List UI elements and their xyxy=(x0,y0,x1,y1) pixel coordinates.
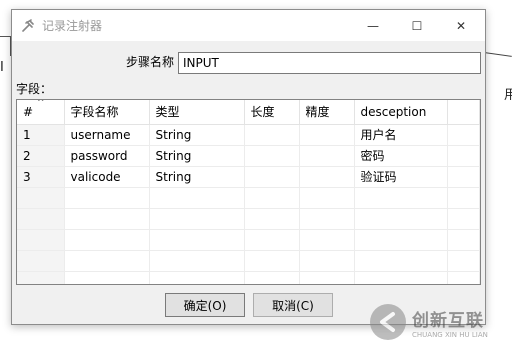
close-button[interactable]: ✕ xyxy=(439,10,483,41)
blank-cell xyxy=(447,208,480,230)
length-cell[interactable] xyxy=(244,229,300,251)
record-injector-dialog: 记录注射器 — ☐ ✕ 步骤名称 字段： #^ 字段名称 类型 长度 精度 de… xyxy=(11,9,486,325)
field-name-cell[interactable] xyxy=(64,208,150,230)
step-name-row: 步骤名称 xyxy=(12,52,485,74)
watermark-subtext: CHUANG XIN HU LIAN xyxy=(412,330,488,339)
blank-cell xyxy=(447,124,480,146)
field-name-cell[interactable] xyxy=(64,271,150,284)
type-cell[interactable]: String xyxy=(149,145,245,167)
precision-cell[interactable] xyxy=(299,187,355,209)
precision-cell[interactable] xyxy=(299,229,355,251)
step-name-label: 步骤名称 xyxy=(126,55,175,69)
background-text-fragment: 用 xyxy=(504,88,512,103)
column-header-precision[interactable]: 精度 xyxy=(299,100,355,125)
type-cell[interactable] xyxy=(149,250,245,272)
blank-cell xyxy=(447,166,480,188)
blank-cell xyxy=(447,187,480,209)
type-cell[interactable]: String xyxy=(149,124,245,146)
type-cell[interactable]: String xyxy=(149,166,245,188)
length-cell[interactable] xyxy=(244,145,300,167)
sort-ascending-icon: ^ xyxy=(37,99,45,108)
row-number-cell[interactable] xyxy=(17,187,65,209)
ok-button[interactable]: 确定(O) xyxy=(165,293,245,317)
blank-cell xyxy=(447,271,480,284)
column-header-number[interactable]: # ^ xyxy=(17,99,65,125)
table-row[interactable] xyxy=(17,187,480,209)
row-number-cell[interactable] xyxy=(17,271,65,284)
row-number-cell[interactable]: 2 xyxy=(17,145,65,167)
table-row[interactable]: 1 username String 用户名 xyxy=(17,124,480,146)
type-cell[interactable] xyxy=(149,187,245,209)
table-row[interactable]: 3 valicode String 验证码 xyxy=(17,166,480,188)
table-row[interactable] xyxy=(17,208,480,230)
column-header-field-name[interactable]: 字段名称 xyxy=(64,100,150,125)
table-row[interactable] xyxy=(17,229,480,251)
window-title: 记录注射器 xyxy=(42,19,103,33)
description-cell[interactable] xyxy=(354,187,448,209)
length-cell[interactable] xyxy=(244,187,300,209)
blank-cell xyxy=(447,145,480,167)
description-cell[interactable]: 验证码 xyxy=(354,166,448,188)
background-line xyxy=(483,52,512,57)
field-name-cell[interactable] xyxy=(64,187,150,209)
row-number-cell[interactable]: 3 xyxy=(17,166,65,188)
row-number-cell[interactable] xyxy=(17,208,65,230)
precision-cell[interactable] xyxy=(299,208,355,230)
description-cell[interactable] xyxy=(354,271,448,284)
fields-label: 字段： xyxy=(16,82,53,96)
injector-icon xyxy=(20,18,36,34)
column-header-description[interactable]: desception xyxy=(354,100,448,125)
fields-table[interactable]: # ^ 字段名称 类型 长度 精度 desception 1 username S… xyxy=(16,99,481,285)
precision-cell[interactable] xyxy=(299,271,355,284)
length-cell[interactable] xyxy=(244,208,300,230)
type-cell[interactable] xyxy=(149,208,245,230)
precision-cell[interactable] xyxy=(299,124,355,146)
description-cell[interactable] xyxy=(354,208,448,230)
description-cell[interactable]: 密码 xyxy=(354,145,448,167)
precision-cell[interactable] xyxy=(299,166,355,188)
table-row[interactable]: 2 password String 密码 xyxy=(17,145,480,167)
table-row[interactable] xyxy=(17,271,480,284)
length-cell[interactable] xyxy=(244,124,300,146)
field-name-cell[interactable]: username xyxy=(64,124,150,146)
blank-cell xyxy=(447,250,480,272)
row-number-cell[interactable] xyxy=(17,229,65,251)
description-cell[interactable]: 用户名 xyxy=(354,124,448,146)
length-cell[interactable] xyxy=(244,250,300,272)
length-cell[interactable] xyxy=(244,166,300,188)
field-name-cell[interactable]: valicode xyxy=(64,166,150,188)
description-cell[interactable] xyxy=(354,250,448,272)
column-header-blank xyxy=(447,100,480,125)
watermark-text: 创新互联 xyxy=(412,310,484,331)
step-name-input[interactable] xyxy=(178,52,481,74)
table-row[interactable] xyxy=(17,250,480,272)
type-cell[interactable] xyxy=(149,271,245,284)
description-cell[interactable] xyxy=(354,229,448,251)
field-name-cell[interactable] xyxy=(64,229,150,251)
field-name-cell[interactable] xyxy=(64,250,150,272)
length-cell[interactable] xyxy=(244,271,300,284)
precision-cell[interactable] xyxy=(299,145,355,167)
column-header-length[interactable]: 长度 xyxy=(244,100,300,125)
row-number-cell[interactable] xyxy=(17,250,65,272)
watermark-logo-icon xyxy=(370,304,406,340)
maximize-button[interactable]: ☐ xyxy=(395,10,439,41)
field-name-cell[interactable]: password xyxy=(64,145,150,167)
cancel-button[interactable]: 取消(C) xyxy=(253,293,333,317)
title-bar[interactable]: 记录注射器 — ☐ ✕ xyxy=(12,10,485,41)
blank-cell xyxy=(447,229,480,251)
watermark: 创新互联 CHUANG XIN HU LIAN xyxy=(368,302,488,342)
precision-cell[interactable] xyxy=(299,250,355,272)
row-number-cell[interactable]: 1 xyxy=(17,124,65,146)
table-header-row: # ^ 字段名称 类型 长度 精度 desception xyxy=(17,99,480,125)
minimize-button[interactable]: — xyxy=(351,10,395,41)
column-header-type[interactable]: 类型 xyxy=(149,100,245,125)
background-text-fragment: Ⅰ xyxy=(0,60,4,75)
type-cell[interactable] xyxy=(149,229,245,251)
